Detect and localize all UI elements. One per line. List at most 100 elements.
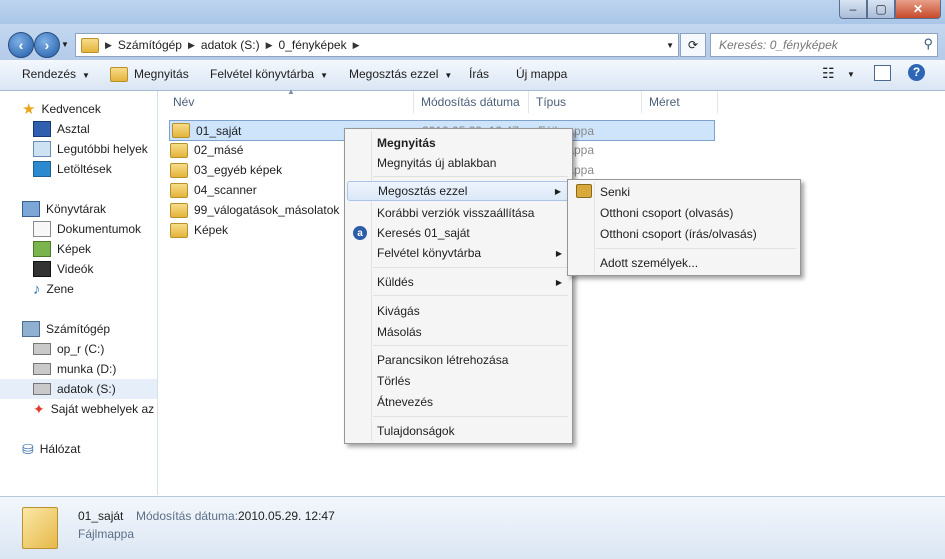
maximize-button[interactable]: ▢: [867, 0, 895, 19]
folder-icon: [170, 182, 188, 198]
menu-item-create-shortcut[interactable]: Parancsikon létrehozása: [347, 350, 570, 370]
nav-recent-label: Legutóbbi helyek: [57, 142, 148, 156]
nav-music[interactable]: ♪ Zene: [33, 279, 190, 299]
search-box[interactable]: ⚲: [710, 33, 938, 57]
menu-item-cut[interactable]: Kivágás: [347, 301, 570, 321]
nav-videos-label: Videók: [57, 262, 94, 276]
nav-desktop-label: Asztal: [57, 122, 90, 136]
forward-arrow-icon[interactable]: ›: [34, 32, 60, 58]
menu-item-copy[interactable]: Másolás: [347, 322, 570, 342]
menu-item-share-with[interactable]: Megosztás ezzel ▶: [347, 181, 570, 201]
nav-drive-s[interactable]: adatok (S:): [0, 379, 157, 399]
menu-separator: [373, 295, 568, 296]
nav-websites[interactable]: ✦ Saját webhelyek az M: [33, 399, 157, 419]
list-item[interactable]: 99_válogatások_másolatok: [170, 200, 339, 220]
library-icon: [22, 201, 40, 217]
address-bar[interactable]: ▶ Számítógép ▶ adatok (S:) ▶ 0_fényképek…: [75, 33, 679, 57]
open-button[interactable]: Megnyitás: [110, 67, 189, 83]
nav-downloads[interactable]: Letöltések: [33, 159, 190, 179]
submenu-arrow-icon: ▶: [554, 186, 561, 196]
search-icon[interactable]: ⚲: [923, 36, 933, 52]
details-type: Fájlmappa: [78, 527, 135, 541]
minimize-button[interactable]: –: [839, 0, 867, 19]
menu-item-rename[interactable]: Átnevezés: [347, 392, 570, 412]
dropdown-icon: ▼: [82, 71, 90, 80]
column-header-date[interactable]: Módosítás dátuma: [414, 91, 529, 113]
nav-documents-label: Dokumentumok: [57, 222, 142, 236]
file-name: 01_saját: [196, 123, 242, 138]
submenu-item-specific-people[interactable]: Adott személyek...: [570, 253, 798, 273]
menu-item-send-label: Küldés: [377, 275, 414, 289]
list-item[interactable]: 02_máséFájlmappa: [170, 140, 594, 160]
view-dropdown-icon[interactable]: ▼: [847, 70, 855, 79]
nav-downloads-label: Letöltések: [57, 162, 112, 176]
history-dropdown-icon[interactable]: ▼: [61, 40, 69, 49]
write-button[interactable]: Írás: [469, 67, 489, 81]
breadcrumb-folder[interactable]: 0_fényképek: [273, 38, 353, 52]
chevron-right-icon[interactable]: ▶: [105, 40, 112, 51]
chevron-right-icon[interactable]: ▶: [266, 40, 273, 51]
column-header-name[interactable]: Név: [158, 91, 414, 113]
view-icon[interactable]: ☷: [822, 65, 835, 82]
nav-recent[interactable]: Legutóbbi helyek: [33, 139, 190, 159]
folder-icon: [22, 507, 58, 549]
close-button[interactable]: ✕: [895, 0, 941, 19]
nav-videos[interactable]: Videók: [33, 259, 190, 279]
help-icon[interactable]: ?: [908, 64, 925, 81]
menu-item-open-new-window[interactable]: Megnyitás új ablakban: [347, 153, 570, 173]
list-item[interactable]: Képek: [170, 220, 228, 240]
address-row: ‹ › ▼ ▶ Számítógép ▶ adatok (S:) ▶ 0_fén…: [0, 24, 945, 60]
nav-computer-label: Számítógép: [46, 322, 111, 336]
open-folder-icon: [110, 67, 128, 83]
nav-favorites[interactable]: ★ Kedvencek: [22, 99, 179, 119]
submenu-item-nobody[interactable]: Senki: [570, 182, 798, 202]
submenu-item-homegroup-readwrite[interactable]: Otthoni csoport (írás/olvasás): [570, 224, 798, 244]
share-button[interactable]: Megosztás ezzel ▼: [349, 67, 452, 81]
chevron-right-icon[interactable]: ▶: [353, 40, 360, 51]
menu-item-search[interactable]: a Keresés 01_saját: [347, 223, 570, 243]
list-item[interactable]: 03_egyéb képekFájlmappa: [170, 160, 594, 180]
preview-pane-icon[interactable]: [874, 65, 891, 81]
menu-separator: [373, 345, 568, 346]
menu-item-open[interactable]: Megnyitás: [347, 133, 570, 153]
file-name: 03_egyéb képek: [194, 163, 283, 177]
share-label: Megosztás ezzel: [349, 67, 439, 81]
new-folder-button[interactable]: Új mappa: [516, 67, 567, 81]
menu-separator: [373, 176, 568, 177]
menu-item-send-to[interactable]: Küldés ▶: [347, 272, 570, 292]
back-arrow-icon[interactable]: ‹: [8, 32, 34, 58]
file-name: 99_válogatások_másolatok: [194, 203, 340, 217]
menu-item-delete[interactable]: Törlés: [347, 371, 570, 391]
organize-button[interactable]: Rendezés ▼: [22, 67, 90, 81]
breadcrumb-computer[interactable]: Számítógép: [112, 38, 188, 52]
burn-button[interactable]: Felvétel könyvtárba ▼: [210, 67, 328, 81]
chevron-right-icon[interactable]: ▶: [188, 40, 195, 51]
nav-desktop[interactable]: Asztal: [33, 119, 190, 139]
folder-icon: [170, 142, 188, 158]
menu-item-include-library[interactable]: Felvétel könyvtárba ▶: [347, 243, 570, 263]
menu-item-restore-versions[interactable]: Korábbi verziók visszaállítása: [347, 203, 570, 223]
nav-network[interactable]: ⛁ Hálózat: [22, 439, 179, 459]
open-label: Megnyitás: [134, 67, 189, 81]
nav-pictures[interactable]: Képek: [33, 239, 190, 259]
search-input[interactable]: [717, 35, 911, 55]
nav-libraries[interactable]: Könyvtárak: [22, 199, 179, 219]
navigation-pane: ★ Kedvencek Asztal Legutóbbi helyek Letöl…: [0, 91, 158, 495]
refresh-icon[interactable]: ⟳: [680, 33, 706, 57]
nav-drive-d[interactable]: munka (D:): [33, 359, 190, 379]
breadcrumb-drive[interactable]: adatok (S:): [195, 38, 266, 52]
nav-computer[interactable]: Számítógép: [22, 319, 179, 339]
nav-drive-c[interactable]: op_r (C:): [33, 339, 190, 359]
dropdown-icon: ▼: [444, 71, 453, 80]
lock-icon: [576, 184, 592, 198]
menu-separator: [373, 416, 568, 417]
list-item[interactable]: 04_scanner: [170, 180, 257, 200]
nav-documents[interactable]: Dokumentumok: [33, 219, 190, 239]
burn-label: Felvétel könyvtárba: [210, 67, 315, 81]
column-header-type[interactable]: Típus: [529, 91, 642, 113]
submenu-item-homegroup-read[interactable]: Otthoni csoport (olvasás): [570, 203, 798, 223]
address-dropdown-icon[interactable]: ▼: [666, 41, 674, 50]
menu-item-properties[interactable]: Tulajdonságok: [347, 421, 570, 441]
column-header-size[interactable]: Méret: [642, 91, 718, 113]
nav-drive-d-label: munka (D:): [57, 362, 117, 376]
